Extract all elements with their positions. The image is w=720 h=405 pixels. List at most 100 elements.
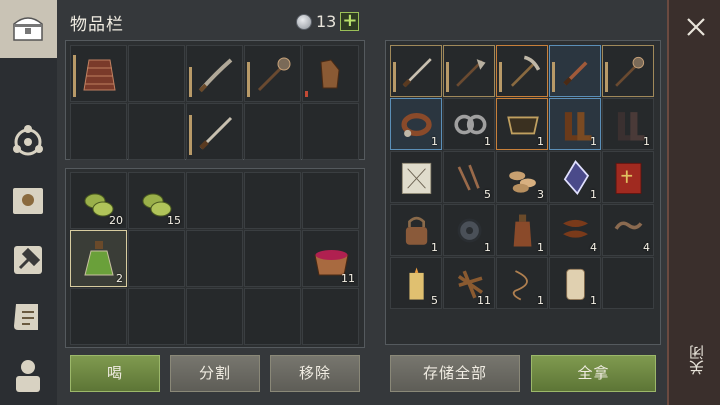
item-count: 4 <box>643 241 650 254</box>
inventory-slot[interactable] <box>302 288 359 345</box>
inventory-slot[interactable]: 1 <box>390 98 442 150</box>
inventory-slot[interactable]: 20 <box>70 172 127 229</box>
inventory-slot[interactable]: 4 <box>549 204 601 256</box>
item-count: 11 <box>341 272 355 285</box>
inventory-slot[interactable]: 1 <box>549 257 601 309</box>
inventory-slot[interactable] <box>549 45 601 97</box>
inventory-slot[interactable] <box>302 103 359 160</box>
sword-icon <box>402 58 432 88</box>
split-button[interactable]: 分割 <box>170 355 260 392</box>
inventory-slot[interactable] <box>443 45 495 97</box>
inventory-slot[interactable]: 15 <box>128 172 185 229</box>
inventory-slot[interactable]: 1 <box>496 257 548 309</box>
curved-sword-icon <box>198 58 233 93</box>
equipped-grid <box>70 45 359 160</box>
inventory-slot[interactable] <box>302 172 359 229</box>
hammer-build-icon[interactable] <box>8 240 48 280</box>
inventory-slot[interactable] <box>244 230 301 287</box>
item-count: 1 <box>537 135 544 148</box>
inventory-slot[interactable] <box>70 103 127 160</box>
inventory-slot[interactable] <box>496 45 548 97</box>
durability-bar <box>446 62 449 92</box>
item-count: 11 <box>477 294 491 307</box>
inventory-slot[interactable] <box>186 230 243 287</box>
durability-bar <box>189 115 192 155</box>
currency-display: 13 + <box>296 12 360 31</box>
sword-icon <box>199 116 233 150</box>
page-title: 物品栏 <box>70 15 124 35</box>
inventory-slot[interactable]: 4 <box>602 204 654 256</box>
nav-inventory-tab[interactable] <box>0 0 57 58</box>
inventory-slot[interactable]: 1 <box>549 98 601 150</box>
inventory-slot[interactable] <box>602 151 654 203</box>
durability-bar <box>605 62 608 92</box>
close-panel[interactable]: 关闭 <box>667 0 720 405</box>
inventory-slot[interactable] <box>70 45 127 102</box>
inventory-slot[interactable] <box>128 45 185 102</box>
durability-bar <box>305 91 308 97</box>
inventory-slot[interactable]: 1 <box>496 98 548 150</box>
item-count: 15 <box>167 214 181 227</box>
item-count: 1 <box>431 241 438 254</box>
blueprint-scroll-icon <box>401 162 432 194</box>
take-all-button[interactable]: 全拿 <box>531 355 656 392</box>
item-count: 1 <box>537 294 544 307</box>
inventory-slot[interactable]: 5 <box>443 151 495 203</box>
inventory-slot[interactable]: 2 <box>70 230 127 287</box>
durability-bar <box>393 62 396 92</box>
add-currency-button[interactable]: + <box>340 12 360 31</box>
inventory-slot[interactable] <box>244 288 301 345</box>
inventory-slot[interactable] <box>186 172 243 229</box>
inventory-slot[interactable]: 1 <box>496 204 548 256</box>
item-count: 1 <box>590 294 597 307</box>
inventory-slot[interactable] <box>390 151 442 203</box>
halberd-icon <box>456 59 486 87</box>
durability-bar <box>73 55 76 97</box>
inventory-slot[interactable] <box>302 45 359 102</box>
spiked-mace-icon <box>257 57 291 92</box>
chest-icon <box>13 17 43 41</box>
inventory-slot[interactable]: 11 <box>443 257 495 309</box>
item-count: 2 <box>116 272 123 285</box>
inventory-slot[interactable] <box>128 230 185 287</box>
chainmail-armor-icon <box>83 59 116 91</box>
inventory-slot[interactable]: 1 <box>602 98 654 150</box>
spiked-mace-icon <box>615 56 645 87</box>
close-icon[interactable] <box>683 14 709 40</box>
pickaxe-icon <box>510 55 541 87</box>
inventory-slot[interactable]: 1 <box>443 98 495 150</box>
item-count: 1 <box>484 241 491 254</box>
inventory-slot[interactable] <box>70 288 127 345</box>
crafting-icon[interactable] <box>8 122 48 162</box>
inventory-slot[interactable] <box>390 45 442 97</box>
inventory-slot[interactable] <box>128 103 185 160</box>
inventory-slot[interactable] <box>128 288 185 345</box>
item-count: 1 <box>484 135 491 148</box>
drink-button[interactable]: 喝 <box>70 355 160 392</box>
inventory-slot[interactable]: 1 <box>549 151 601 203</box>
store-all-button[interactable]: 存储全部 <box>390 355 520 392</box>
close-label[interactable]: 关闭 <box>686 345 706 375</box>
inventory-slot[interactable] <box>244 45 301 102</box>
remove-button[interactable]: 移除 <box>270 355 360 392</box>
inventory-slot[interactable]: 1 <box>443 204 495 256</box>
inventory-slot[interactable] <box>186 103 243 160</box>
durability-bar <box>499 62 502 92</box>
inventory-slot[interactable] <box>186 45 243 102</box>
item-count: 1 <box>590 188 597 201</box>
character-icon[interactable] <box>8 355 48 395</box>
inventory-slot[interactable]: 3 <box>496 151 548 203</box>
item-count: 5 <box>431 294 438 307</box>
inventory-slot[interactable] <box>244 103 301 160</box>
inventory-slot[interactable] <box>186 288 243 345</box>
inventory-slot[interactable]: 1 <box>390 204 442 256</box>
inventory-slot[interactable] <box>602 45 654 97</box>
red-book-icon <box>615 162 642 194</box>
inventory-slot[interactable] <box>602 257 654 309</box>
inventory-slot[interactable]: 5 <box>390 257 442 309</box>
journal-icon[interactable] <box>8 180 48 220</box>
quest-scroll-icon[interactable] <box>8 298 48 338</box>
inventory-slot[interactable] <box>244 172 301 229</box>
item-count: 1 <box>643 135 650 148</box>
inventory-slot[interactable]: 11 <box>302 230 359 287</box>
